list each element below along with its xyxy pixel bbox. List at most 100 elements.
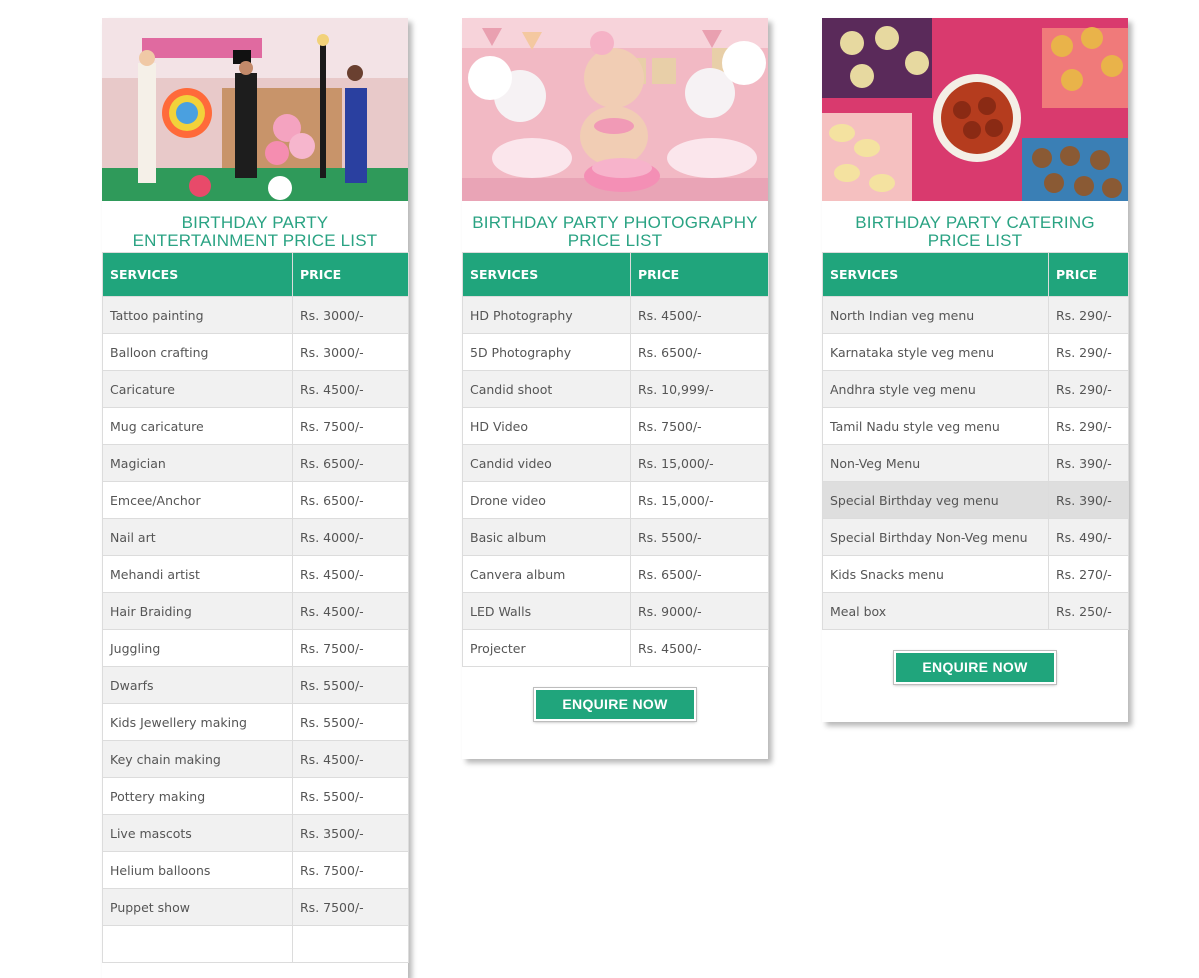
table-row: Dwarfs Rs. 5500/- xyxy=(102,666,409,704)
price-cell: Rs. 270/- xyxy=(1048,555,1129,593)
service-cell: Pottery making xyxy=(102,777,293,815)
baby-cake-smash-photo xyxy=(462,18,768,201)
table-row: Helium balloons Rs. 7500/- xyxy=(102,851,409,889)
price-cell: Rs. 5500/- xyxy=(292,666,409,704)
table-row: Puppet show Rs. 7500/- xyxy=(102,888,409,926)
table-row: Andhra style veg menu Rs. 290/- xyxy=(822,370,1129,408)
table-row: 5D Photography Rs. 6500/- xyxy=(462,333,769,371)
table-row: Pottery making Rs. 5500/- xyxy=(102,777,409,815)
price-cell: Rs. 7500/- xyxy=(292,888,409,926)
service-cell: Non-Veg Menu xyxy=(822,444,1049,482)
service-cell: Karnataka style veg menu xyxy=(822,333,1049,371)
price-cell: Rs. 6500/- xyxy=(630,333,769,371)
table-header-row: SERVICES PRICE xyxy=(462,252,769,297)
price-cell: Rs. 4500/- xyxy=(292,370,409,408)
services-column-header: SERVICES xyxy=(462,252,631,297)
price-cell: Rs. 4500/- xyxy=(630,629,769,667)
card-title: BIRTHDAY PARTY ENTERTAINMENT PRICE LIST xyxy=(132,213,378,250)
service-cell: North Indian veg menu xyxy=(822,296,1049,334)
table-row: Mehandi artist Rs. 4500/- xyxy=(102,555,409,593)
price-cell: Rs. 290/- xyxy=(1048,333,1129,371)
service-cell: Juggling xyxy=(102,629,293,667)
price-cell: Rs. 490/- xyxy=(1048,518,1129,556)
table-row: Projecter Rs. 4500/- xyxy=(462,629,769,667)
service-cell: Candid video xyxy=(462,444,631,482)
service-cell: Kids Jewellery making xyxy=(102,703,293,741)
price-cell: Rs. 390/- xyxy=(1048,481,1129,519)
service-cell: Balloon crafting xyxy=(102,333,293,371)
price-column-header: PRICE xyxy=(292,252,409,297)
table-row: Karnataka style veg menu Rs. 290/- xyxy=(822,333,1129,371)
service-cell: Canvera album xyxy=(462,555,631,593)
price-cell: Rs. 15,000/- xyxy=(630,481,769,519)
table-row: Kids Jewellery making Rs. 5500/- xyxy=(102,703,409,741)
table-row: Non-Veg Menu Rs. 390/- xyxy=(822,444,1129,482)
table-row: Hair Braiding Rs. 4500/- xyxy=(102,592,409,630)
price-cell: Rs. 3000/- xyxy=(292,333,409,371)
price-cell: Rs. 3500/- xyxy=(292,814,409,852)
price-column-header: PRICE xyxy=(630,252,769,297)
price-cell: Rs. 7500/- xyxy=(630,407,769,445)
price-cell: Rs. 15,000/- xyxy=(630,444,769,482)
service-cell: Puppet show xyxy=(102,888,293,926)
service-cell: Dwarfs xyxy=(102,666,293,704)
table-header-row: SERVICES PRICE xyxy=(102,252,409,297)
table-row: Key chain making Rs. 4500/- xyxy=(102,740,409,778)
service-cell: Candid shoot xyxy=(462,370,631,408)
price-cell: Rs. 3000/- xyxy=(292,296,409,334)
table-row: Meal box Rs. 250/- xyxy=(822,592,1129,630)
card-title: BIRTHDAY PARTY PHOTOGRAPHY PRICE LIST xyxy=(472,213,758,250)
service-cell: LED Walls xyxy=(462,592,631,630)
price-cell: Rs. 290/- xyxy=(1048,407,1129,445)
service-cell: Caricature xyxy=(102,370,293,408)
magician-party-photo xyxy=(102,18,408,201)
service-cell: Magician xyxy=(102,444,293,482)
table-row: Juggling Rs. 7500/- xyxy=(102,629,409,667)
service-cell: Kids Snacks menu xyxy=(822,555,1049,593)
price-cell: Rs. 4500/- xyxy=(292,740,409,778)
service-cell: Mug caricature xyxy=(102,407,293,445)
price-cell: Rs. 6500/- xyxy=(292,481,409,519)
price-cell xyxy=(292,925,409,963)
price-cell: Rs. 4500/- xyxy=(292,555,409,593)
price-cell: Rs. 290/- xyxy=(1048,296,1129,334)
service-cell: Basic album xyxy=(462,518,631,556)
service-cell: Andhra style veg menu xyxy=(822,370,1049,408)
catering-food-photo xyxy=(822,18,1128,201)
table-row: Nail art Rs. 4000/- xyxy=(102,518,409,556)
price-cell: Rs. 7500/- xyxy=(292,407,409,445)
table-row xyxy=(102,925,409,963)
table-row: HD Video Rs. 7500/- xyxy=(462,407,769,445)
service-cell: Projecter xyxy=(462,629,631,667)
table-row: HD Photography Rs. 4500/- xyxy=(462,296,769,334)
price-cell: Rs. 7500/- xyxy=(292,851,409,889)
services-column-header: SERVICES xyxy=(822,252,1049,297)
service-cell: 5D Photography xyxy=(462,333,631,371)
price-cell: Rs. 5500/- xyxy=(292,703,409,741)
service-cell: HD Photography xyxy=(462,296,631,334)
enquire-button-wrap: ENQUIRE NOW xyxy=(462,667,768,722)
service-cell: Special Birthday Non-Veg menu xyxy=(822,518,1049,556)
table-row: LED Walls Rs. 9000/- xyxy=(462,592,769,630)
service-cell: HD Video xyxy=(462,407,631,445)
service-cell: Tamil Nadu style veg menu xyxy=(822,407,1049,445)
table-row: Tamil Nadu style veg menu Rs. 290/- xyxy=(822,407,1129,445)
service-cell: Meal box xyxy=(822,592,1049,630)
table-row: Kids Snacks menu Rs. 270/- xyxy=(822,555,1129,593)
table-row: Balloon crafting Rs. 3000/- xyxy=(102,333,409,371)
service-cell: Tattoo painting xyxy=(102,296,293,334)
service-cell: Hair Braiding xyxy=(102,592,293,630)
price-cell: Rs. 10,999/- xyxy=(630,370,769,408)
enquire-now-button[interactable]: ENQUIRE NOW xyxy=(533,687,697,722)
services-column-header: SERVICES xyxy=(102,252,293,297)
table-row: Candid shoot Rs. 10,999/- xyxy=(462,370,769,408)
service-cell: Live mascots xyxy=(102,814,293,852)
service-cell: Emcee/Anchor xyxy=(102,481,293,519)
table-row: North Indian veg menu Rs. 290/- xyxy=(822,296,1129,334)
price-cell: Rs. 9000/- xyxy=(630,592,769,630)
enquire-now-button[interactable]: ENQUIRE NOW xyxy=(893,650,1057,685)
enquire-button-wrap: ENQUIRE NOW xyxy=(822,630,1128,685)
price-cell: Rs. 6500/- xyxy=(292,444,409,482)
table-row: Basic album Rs. 5500/- xyxy=(462,518,769,556)
service-cell: Helium balloons xyxy=(102,851,293,889)
